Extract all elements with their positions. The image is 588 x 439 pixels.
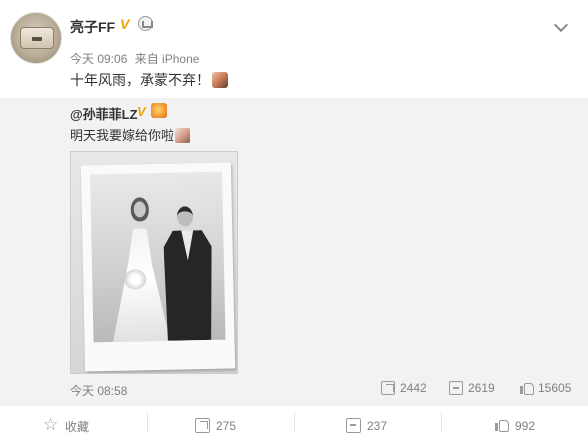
divider: [441, 412, 442, 432]
like-count: 992: [515, 418, 536, 433]
bride-face: [133, 201, 146, 218]
post-author-name[interactable]: 亮子FF: [70, 17, 115, 37]
repost-like-count: 15605: [538, 381, 572, 395]
post-text: 十年风雨，承蒙不弃！: [70, 72, 210, 88]
favorite-label: 收藏: [65, 420, 90, 434]
comment-button[interactable]: 237: [346, 418, 387, 433]
share-icon: [195, 418, 210, 433]
comment-icon: [346, 418, 361, 433]
avatar-image: [20, 27, 54, 49]
chevron-down-icon[interactable]: [553, 17, 569, 33]
post-content: 十年风雨，承蒙不弃！: [70, 70, 228, 90]
repost-verified-v-icon: V: [137, 104, 146, 119]
avatar[interactable]: [10, 12, 62, 64]
post-meta: 今天 09:06 来自 iPhone: [70, 50, 203, 67]
repost-time[interactable]: 今天 08:58: [70, 382, 127, 399]
repost-comment-button[interactable]: 2619: [449, 381, 495, 395]
comment-count: 237: [367, 418, 388, 433]
groom-head: [176, 206, 194, 227]
repost-author-name[interactable]: @孙菲菲LZ: [70, 104, 138, 123]
divider: [294, 412, 295, 432]
like-icon: [519, 381, 534, 395]
repost-text: 明天我要嫁给你啦: [70, 125, 191, 144]
repost-share-count: 2442: [400, 381, 427, 395]
share-count: 275: [216, 418, 237, 433]
repost-comment-count: 2619: [468, 381, 495, 395]
repost-like-button[interactable]: 15605: [519, 381, 571, 395]
emoji-icon: [175, 128, 191, 143]
repost-badge-icon: [151, 103, 167, 118]
repost-text-content: 明天我要嫁给你啦: [70, 128, 175, 143]
star-icon: [43, 415, 59, 435]
share-button[interactable]: 275: [195, 418, 236, 433]
like-icon: [494, 418, 509, 433]
verified-v-icon: V: [120, 16, 130, 32]
post-time[interactable]: 今天 09:06: [70, 52, 127, 66]
photo-frame: [80, 162, 236, 372]
wedding-photo[interactable]: [70, 151, 238, 374]
comment-icon: [449, 381, 463, 395]
emoji-icon: [212, 72, 228, 88]
photo-print: [90, 171, 226, 343]
post-source: 来自 iPhone: [134, 52, 200, 66]
share-icon: [381, 381, 395, 395]
divider: [147, 412, 148, 432]
repost-share-button[interactable]: 2442: [381, 381, 427, 395]
like-button[interactable]: 992: [494, 418, 535, 433]
weibo-post: 亮子FF V 今天 09:06 来自 iPhone 十年风雨，承蒙不弃！ @孙菲…: [0, 0, 588, 439]
crown-icon[interactable]: [138, 16, 153, 31]
favorite-button[interactable]: 收藏: [43, 415, 90, 435]
